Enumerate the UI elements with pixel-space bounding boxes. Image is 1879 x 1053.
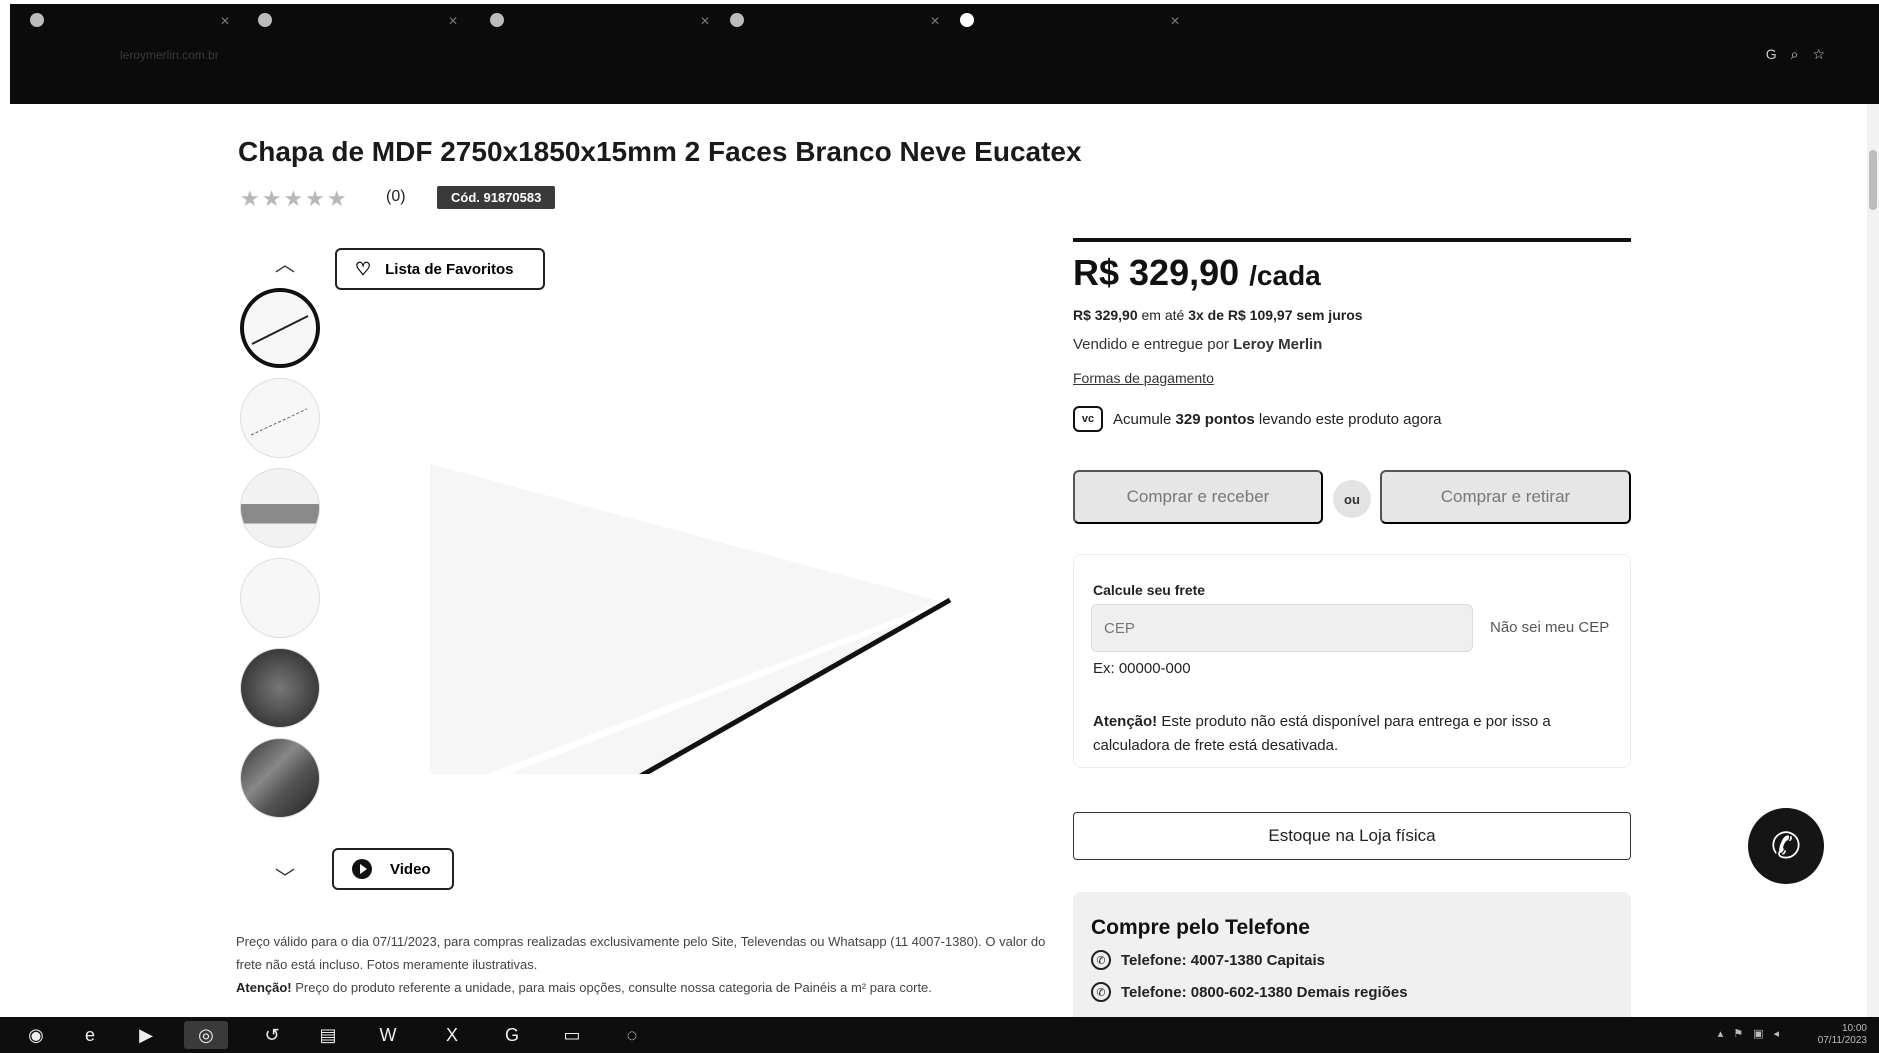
start-button[interactable]: ◉ [14, 1021, 58, 1049]
phone-line-capitals[interactable]: ✆ Telefone: 4007-1380 Capitais [1091, 950, 1325, 970]
app-icon[interactable]: ↺ [250, 1021, 294, 1049]
buy-and-pickup-button[interactable]: Comprar e retirar [1380, 470, 1631, 524]
media-player-icon[interactable]: ▶ [124, 1021, 168, 1049]
zoom-icon[interactable]: ⌕ [1791, 46, 1813, 62]
thumbnail-list [240, 288, 320, 828]
price: R$ 329,90 /cada [1073, 252, 1321, 293]
tab-favicon-icon [30, 12, 44, 27]
chevron-down-icon[interactable]: ﹀ [275, 862, 295, 891]
payment-methods-link[interactable]: Formas de pagamento [1073, 370, 1214, 386]
video-button[interactable]: Video [332, 848, 454, 890]
tab-favicon-icon [730, 12, 744, 27]
close-icon[interactable]: ✕ [700, 14, 710, 28]
play-icon [352, 859, 372, 879]
product-title: Chapa de MDF 2750x1850x15mm 2 Faces Bran… [238, 136, 1082, 167]
rating-count[interactable]: (0) [386, 188, 406, 206]
close-icon[interactable]: ✕ [1170, 14, 1180, 28]
price-divider [1073, 238, 1631, 242]
phone-line-other-regions[interactable]: ✆ Telefone: 0800-602-1380 Demais regiões [1091, 982, 1408, 1002]
heart-icon: ♡ [355, 258, 372, 279]
browser-tab[interactable]: ✕ [490, 12, 710, 34]
product-page: Chapa de MDF 2750x1850x15mm 2 Faces Bran… [10, 104, 1867, 1017]
chevron-up-icon[interactable]: ︿ [275, 248, 295, 277]
close-icon[interactable]: ✕ [220, 14, 230, 28]
mdf-board-thumbnail [250, 408, 308, 436]
phone-icon: ✆ [1091, 982, 1111, 1002]
product-code-badge: Cód. 91870583 [437, 186, 556, 209]
mdf-board-thumbnail [251, 315, 309, 345]
cep-example: Ex: 00000-000 [1093, 660, 1191, 677]
shipping-warning: Atenção! Este produto não está disponíve… [1093, 713, 1551, 754]
buy-and-receive-button[interactable]: Comprar e receber [1073, 470, 1323, 524]
app-icon[interactable]: ▭ [550, 1021, 594, 1049]
installments: R$ 329,90 em até 3x de R$ 109,97 sem jur… [1073, 307, 1363, 323]
thumbnail-5[interactable] [240, 648, 320, 728]
phone-order-title: Compre pelo Telefone [1091, 916, 1310, 939]
taskbar: ◉ e ▶ ◎ ↺ ▤ W X G ▭ ◌ ▴⚑▣◂ 10:00 07/11/20… [0, 1017, 1879, 1053]
system-tray[interactable]: ▴⚑▣◂ [1718, 1027, 1789, 1040]
thumbnail-2[interactable] [240, 378, 320, 458]
thumbnail-6[interactable] [240, 738, 320, 818]
whatsapp-icon[interactable]: ✆ [1748, 808, 1824, 884]
unknown-cep-link[interactable]: Não sei meu CEP [1490, 619, 1609, 636]
chrome-icon[interactable]: ◎ [184, 1021, 228, 1049]
tab-favicon-icon [258, 12, 272, 27]
cep-input[interactable] [1091, 604, 1473, 652]
thumbnail-1[interactable] [240, 288, 320, 368]
browser-tab[interactable]: ✕ [258, 12, 458, 34]
loyalty-vc-icon: vc [1073, 406, 1103, 432]
shipping-label: Calcule seu frete [1093, 582, 1206, 598]
browser-tab[interactable]: ✕ [730, 12, 940, 34]
rating-stars[interactable]: ★★★★★ [240, 186, 349, 212]
browser-tab[interactable]: ✕ [30, 12, 230, 34]
word-icon[interactable]: W [366, 1021, 410, 1049]
excel-icon[interactable]: X [430, 1021, 474, 1049]
phone-icon: ✆ [1091, 950, 1111, 970]
address-bar[interactable]: leroymerlin.com.br [120, 48, 219, 62]
browser-actions: G⌕☆ [1766, 46, 1839, 63]
ie-icon[interactable]: e [68, 1021, 112, 1049]
app-icon[interactable]: ◌ [610, 1021, 654, 1049]
scrollbar-thumb[interactable] [1869, 150, 1877, 210]
browser-chrome: ✕ ✕ ✕ ✕ ✕ leroymerlin.com.br G⌕☆ [10, 4, 1879, 104]
star-icon[interactable]: ☆ [1812, 46, 1839, 62]
browser-tab-active[interactable]: ✕ [960, 12, 1180, 34]
sold-by: Vendido e entregue por Leroy Merlin [1073, 336, 1323, 353]
google-icon[interactable]: G [1766, 46, 1791, 62]
tab-bar: ✕ ✕ ✕ ✕ ✕ [10, 4, 1879, 42]
product-image[interactable] [410, 354, 970, 774]
explorer-icon[interactable]: ▤ [306, 1021, 350, 1049]
favorites-button[interactable]: ♡ Lista de Favoritos [335, 248, 545, 290]
page-scrollbar[interactable] [1867, 104, 1879, 1017]
tab-favicon-icon [960, 12, 974, 27]
store-stock-button[interactable]: Estoque na Loja física [1073, 812, 1631, 860]
tab-favicon-icon [490, 12, 504, 27]
close-icon[interactable]: ✕ [448, 14, 458, 28]
app-icon[interactable]: G [490, 1021, 534, 1049]
or-separator: ou [1333, 480, 1371, 518]
thumbnail-4[interactable] [240, 558, 320, 638]
legal-notice: Preço válido para o dia 07/11/2023, para… [236, 934, 1046, 995]
clock[interactable]: 10:00 07/11/2023 [1818, 1023, 1867, 1047]
bookmarks-bar [26, 80, 368, 94]
thumbnail-3[interactable] [240, 468, 320, 548]
close-icon[interactable]: ✕ [930, 14, 940, 28]
loyalty-points: vc Acumule 329 pontos levando este produ… [1073, 406, 1442, 432]
